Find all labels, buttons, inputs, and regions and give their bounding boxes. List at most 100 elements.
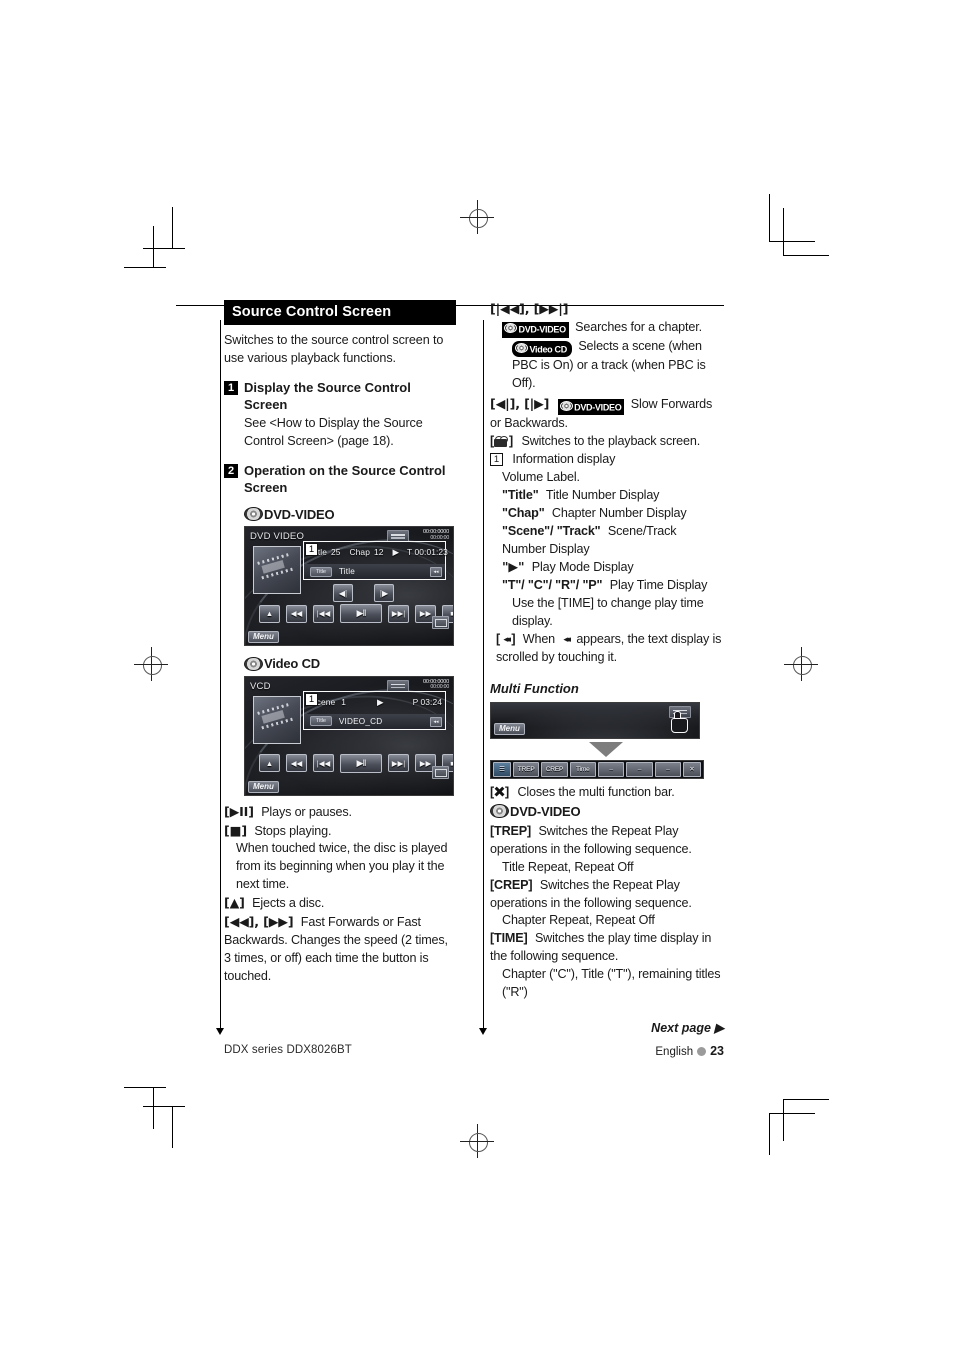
- bleed-mark-bottom-left-h: [124, 1087, 166, 1088]
- vcd-previous-button[interactable]: |◀◀: [313, 754, 334, 773]
- dvd-next-button[interactable]: ▶▶|: [388, 604, 409, 623]
- vcd-text-label: VIDEO_CD: [338, 716, 383, 726]
- vcd-next-button[interactable]: ▶▶|: [388, 754, 409, 773]
- dvd-slow-backward-button[interactable]: ◀|: [333, 584, 353, 603]
- vcd-clock: 00:00:0000 00:00:00: [423, 679, 449, 691]
- dvd-scroll-button[interactable]: ◂◂: [430, 567, 442, 578]
- def-play-time: "T"/ "C"/ "R"/ "P" Play Time Display: [502, 577, 722, 595]
- def-trep: [TREP] Switches the Repeat Play operatio…: [490, 823, 722, 859]
- vcd-fast-reverse-button[interactable]: ◀◀: [286, 754, 307, 773]
- mf-cell-time[interactable]: Time: [569, 761, 596, 777]
- play-pause-text: Plays or pauses.: [261, 804, 352, 819]
- film-icon: [257, 552, 295, 580]
- crep-key: [CREP]: [490, 877, 533, 892]
- dvd-eject-button[interactable]: ▲: [259, 604, 280, 623]
- page-footer-right: English 23: [655, 1044, 724, 1058]
- information-display-title: Information display: [512, 452, 616, 467]
- def-close-bar: [] Closes the multi function bar.: [490, 784, 722, 802]
- multi-function-dvd-badge: DVD-VIDEO: [490, 803, 581, 819]
- def-crep-detail: Chapter Repeat, Repeat Off: [502, 913, 655, 928]
- mf-cell-blank-2[interactable]: –: [626, 761, 653, 777]
- vcd-play-mode: ▶: [377, 696, 384, 707]
- scroll-text-a: When: [522, 631, 556, 646]
- mf-cell-icon[interactable]: ☰: [493, 761, 511, 777]
- disc-icon: [504, 323, 517, 334]
- dvd-chap-label: Chap: [349, 547, 370, 558]
- dvd-transport-controls: ▲ ◀◀ |◀◀ ▶II ▶▶| ▶▶ ■: [259, 604, 453, 624]
- disc-icon: [559, 400, 573, 411]
- def-scroll-text: [ ◂◂◂ ] When ◂◂◂ appears, the text displ…: [496, 631, 722, 667]
- vcd-menu-button[interactable]: Menu: [248, 780, 279, 793]
- play-time-key: "T"/ "C"/ "R"/ "P": [502, 578, 603, 593]
- mf-cell-trep[interactable]: TREP: [513, 761, 540, 777]
- vcd-playback-screen-icon[interactable]: [432, 765, 449, 779]
- registration-mark-right: [784, 647, 818, 681]
- video-cd-badge: Video CD: [244, 656, 320, 671]
- dvd-tag-button[interactable]: Title: [310, 566, 332, 577]
- dvd-playback-screen-icon[interactable]: [432, 616, 449, 630]
- crop-mark-bottom-right-v: [769, 1113, 770, 1155]
- registration-mark-bottom: [460, 1124, 494, 1158]
- playback-screen-key: []: [490, 434, 514, 449]
- def-fast-forward: [◀◀], [▶▶] Fast Forwards or Fast Backwar…: [224, 913, 456, 986]
- multi-function-heading: Multi Function: [490, 680, 579, 696]
- play-mode-text: Play Mode Display: [531, 560, 634, 575]
- def-eject: [▲] Ejects a disc.: [224, 894, 456, 913]
- crop-mark-top-left-h: [143, 248, 185, 249]
- dvd-fast-reverse-button[interactable]: ◀◀: [286, 604, 307, 623]
- step-2: 2 Operation on the Source Control Screen: [224, 462, 456, 497]
- step-1-number: 1: [224, 380, 238, 395]
- bleed-mark-top-right-h: [783, 255, 829, 256]
- dvd-video-inline-label: DVD-VIDEO: [518, 324, 567, 335]
- title-number-text: Title Number Display: [545, 487, 660, 502]
- vcd-eject-button[interactable]: ▲: [259, 754, 280, 773]
- crop-mark-bottom-left-v: [172, 1106, 173, 1148]
- multi-function-bar-screenshot: ☰ TREP CREP Time – – – ✕: [490, 759, 704, 779]
- slow-key: [◀|], [|▶]: [490, 396, 550, 412]
- step-2-title: Operation on the Source Control Screen: [244, 463, 446, 496]
- dvd-video-inline-label: DVD-VIDEO: [574, 402, 622, 413]
- page-number: 23: [710, 1044, 724, 1058]
- def-scene-track-number: "Scene"/ "Track" Scene/Track Number Disp…: [502, 523, 722, 559]
- mf-cell-crep[interactable]: CREP: [541, 761, 568, 777]
- crop-mark-top-right-v: [769, 194, 770, 242]
- play-pause-key: [▶II]: [224, 803, 254, 819]
- footer-dot: [697, 1047, 707, 1056]
- search-dvd-text: Searches for a chapter.: [575, 319, 702, 334]
- bleed-mark-top-left-h: [124, 267, 166, 268]
- trep-key: [TREP]: [490, 824, 532, 839]
- dvd-menu-button[interactable]: Menu: [248, 631, 279, 644]
- dvd-play-pause-button[interactable]: ▶II: [340, 604, 382, 624]
- vcd-play-pause-button[interactable]: ▶II: [340, 753, 382, 773]
- vcd-source-name: VCD: [250, 680, 271, 692]
- vcd-tag-button[interactable]: Title: [310, 716, 332, 727]
- dvd-title-value: 25: [331, 547, 341, 558]
- chapter-number-key: "Chap": [502, 505, 545, 520]
- def-chapter-number: "Chap" Chapter Number Display: [502, 505, 722, 523]
- video-cd-badge-label: Video CD: [264, 656, 320, 672]
- def-playback-screen: [] Switches to the playback screen.: [490, 433, 722, 451]
- dvd-slow-forward-button[interactable]: |▶: [374, 584, 394, 603]
- vcd-source-control-screenshot: VCD 00:00:0000 00:00:00 1 Scene 1 ▶ P 03…: [244, 675, 454, 796]
- close-icon: [494, 786, 505, 797]
- multi-function-dvd-badge-label: DVD-VIDEO: [510, 803, 581, 819]
- model-name: DDX series DDX8026BT: [224, 1044, 352, 1056]
- title-number-key: "Title": [502, 487, 539, 502]
- dvd-chap-value: 12: [373, 547, 384, 558]
- crop-mark-top-right-h: [769, 241, 815, 242]
- bleed-mark-top-right-v: [783, 208, 784, 256]
- dvd-previous-button[interactable]: |◀◀: [313, 604, 334, 623]
- vcd-info-row-text: Title VIDEO_CD ◂◂: [304, 713, 445, 729]
- mf-cell-blank-3[interactable]: –: [654, 761, 681, 777]
- mf-cell-blank-1[interactable]: –: [597, 761, 625, 777]
- flow-down-arrow: [589, 741, 623, 757]
- dvd-play-time: T 00:01:23: [407, 547, 448, 558]
- multi-function-menu-button[interactable]: Menu: [494, 722, 525, 735]
- vcd-scroll-button[interactable]: ◂◂: [430, 716, 442, 727]
- mf-cell-close[interactable]: ✕: [682, 761, 701, 777]
- step-1: 1 Display the Source Control Screen: [224, 379, 456, 414]
- multi-function-before-screenshot: Menu: [490, 701, 700, 739]
- disc-icon: [244, 656, 263, 671]
- def-trep-detail: Title Repeat, Repeat Off: [502, 859, 634, 874]
- vcd-information-display: Scene 1 ▶ P 03:24 Title VIDEO_CD ◂◂: [303, 690, 446, 730]
